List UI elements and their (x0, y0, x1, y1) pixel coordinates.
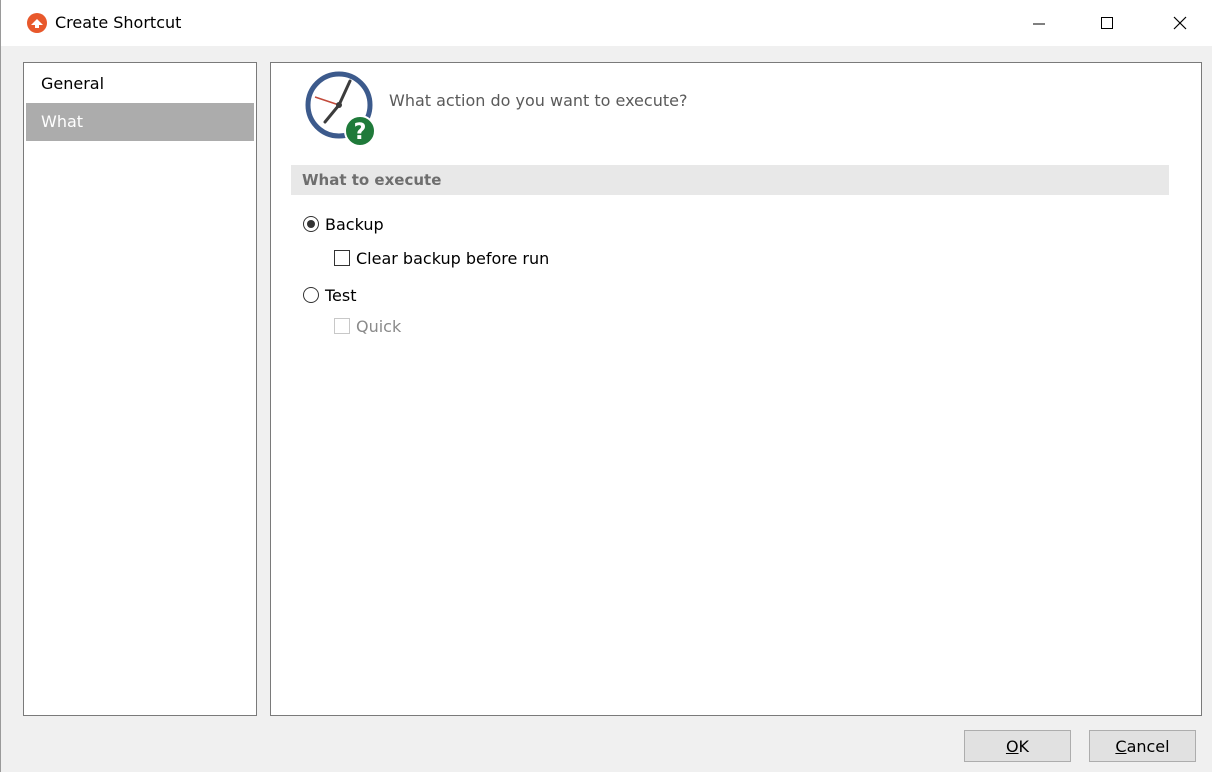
clear-backup-label[interactable]: Clear backup before run (356, 249, 549, 268)
quick-label: Quick (356, 316, 402, 336)
test-radio[interactable] (303, 287, 319, 303)
backup-label[interactable]: Backup (325, 215, 384, 234)
what-panel: ? What action do you want to execute? Wh… (270, 62, 1202, 716)
ok-button[interactable]: OK (964, 730, 1071, 762)
quick-checkbox (334, 318, 350, 334)
page-question: What action do you want to execute? (389, 91, 688, 110)
close-icon (1173, 16, 1187, 30)
clock-help-icon: ? (303, 69, 383, 149)
app-logo-icon (26, 12, 48, 34)
test-radio-option[interactable]: Test (303, 284, 357, 306)
test-label[interactable]: Test (325, 286, 357, 305)
maximize-button[interactable] (1084, 0, 1130, 46)
section-header: What to execute (291, 165, 1169, 195)
backup-radio[interactable] (303, 216, 319, 232)
svg-text:?: ? (354, 120, 367, 145)
clear-backup-checkbox-option[interactable]: Clear backup before run (334, 247, 549, 269)
ok-label-rest: K (1018, 737, 1030, 756)
minimize-button[interactable] (1016, 0, 1062, 46)
quick-checkbox-option: Quick (334, 315, 401, 337)
create-shortcut-window: Create Shortcut General What ? What acti… (0, 0, 1212, 772)
settings-nav: General What (23, 62, 257, 716)
cancel-mnemonic: C (1115, 737, 1127, 756)
nav-item-general[interactable]: General (26, 65, 254, 103)
maximize-icon (1101, 17, 1113, 29)
cancel-button[interactable]: Cancel (1089, 730, 1196, 762)
close-button[interactable] (1157, 0, 1203, 46)
ok-mnemonic: O (1005, 737, 1019, 756)
cancel-label-rest: ancel (1126, 737, 1170, 756)
window-title: Create Shortcut (55, 13, 182, 32)
minimize-icon (1033, 23, 1045, 25)
backup-radio-option[interactable]: Backup (303, 213, 384, 235)
clear-backup-checkbox[interactable] (334, 250, 350, 266)
title-bar: Create Shortcut (1, 0, 1212, 46)
nav-item-what[interactable]: What (26, 103, 254, 141)
